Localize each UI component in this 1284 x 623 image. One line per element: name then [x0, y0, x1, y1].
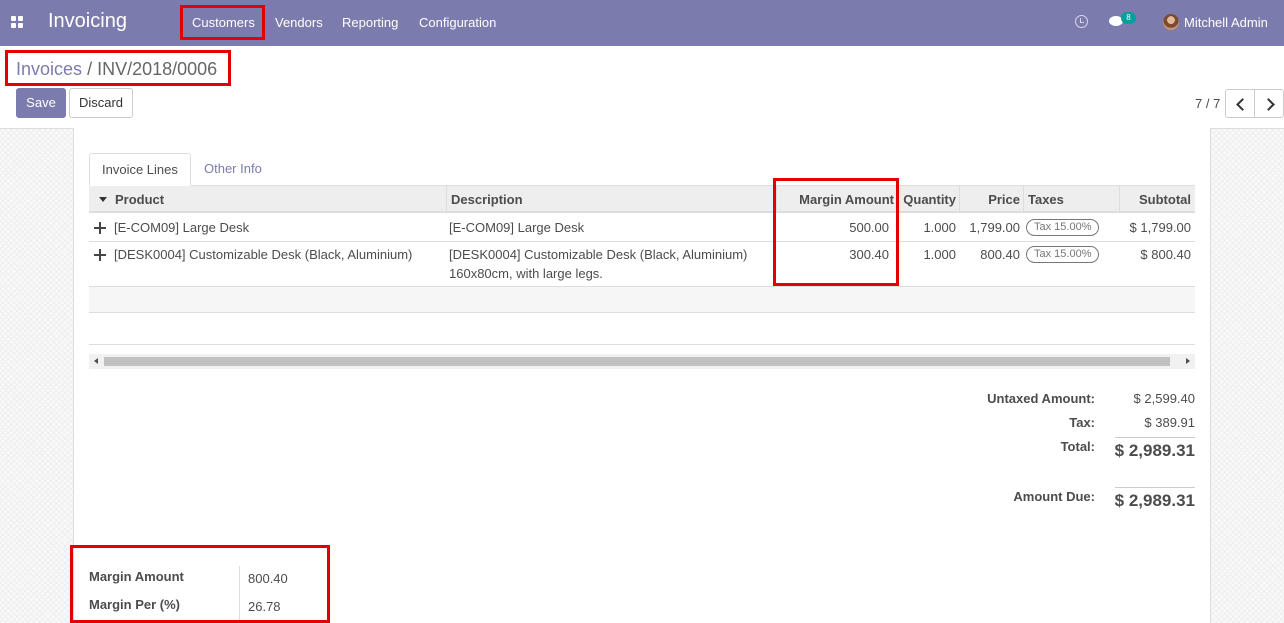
table-row[interactable]: [DESK0004] Customizable Desk (Black, Alu… — [89, 242, 1195, 287]
col-taxes[interactable]: Taxes — [1023, 186, 1119, 213]
col-product[interactable]: Product — [111, 186, 446, 213]
col-subtotal[interactable]: Subtotal — [1119, 186, 1195, 213]
drag-handle-icon[interactable] — [94, 249, 106, 261]
menu-vendors[interactable]: Vendors — [275, 15, 323, 30]
menu-configuration[interactable]: Configuration — [419, 15, 496, 30]
tax-badge[interactable]: Tax 15.00% — [1026, 246, 1100, 263]
col-quantity[interactable]: Quantity — [898, 186, 959, 213]
apps-menu-icon[interactable] — [11, 16, 23, 28]
untaxed-amount-label: Untaxed Amount: — [987, 391, 1095, 406]
tab-other-info[interactable]: Other Info — [192, 153, 274, 186]
amount-due-label: Amount Due: — [1013, 489, 1095, 504]
discard-button[interactable]: Discard — [69, 88, 133, 118]
row-price[interactable]: 1,799.00 — [959, 220, 1020, 235]
save-button[interactable]: Save — [16, 88, 66, 118]
row-price[interactable]: 800.40 — [959, 247, 1020, 262]
pager-next-button[interactable] — [1254, 89, 1284, 118]
total-divider — [1115, 437, 1195, 438]
user-avatar[interactable] — [1163, 14, 1179, 30]
scrollbar-thumb[interactable] — [104, 357, 1170, 366]
chat-count-badge: 8 — [1121, 12, 1136, 24]
amount-due-divider — [1115, 487, 1195, 488]
breadcrumb-separator: / — [87, 59, 93, 79]
row-quantity[interactable]: 1.000 — [898, 220, 956, 235]
col-price[interactable]: Price — [959, 186, 1023, 213]
breadcrumb: Invoices / INV/2018/0006 — [16, 59, 217, 80]
horizontal-scrollbar[interactable] — [89, 354, 1195, 369]
breadcrumb-current: INV/2018/0006 — [97, 59, 218, 79]
row-description[interactable]: [DESK0004] Customizable Desk (Black, Alu… — [449, 247, 747, 262]
total-label: Total: — [1060, 439, 1095, 454]
col-description[interactable]: Description — [446, 186, 776, 213]
margin-amount-label: Margin Amount — [89, 569, 184, 584]
pager-value[interactable]: 7 / 7 — [1195, 96, 1220, 111]
activity-clock-icon[interactable] — [1075, 15, 1088, 28]
drag-handle-icon[interactable] — [94, 222, 106, 234]
app-title: Invoicing — [48, 10, 127, 32]
row-product[interactable]: [DESK0004] Customizable Desk (Black, Alu… — [114, 247, 412, 262]
empty-row — [89, 287, 1195, 313]
menu-reporting[interactable]: Reporting — [342, 15, 398, 30]
margin-amount-value: 800.40 — [248, 571, 288, 586]
row-quantity[interactable]: 1.000 — [898, 247, 956, 262]
row-subtotal: $ 800.40 — [1140, 247, 1191, 262]
scroll-right-icon[interactable] — [1186, 358, 1190, 364]
tax-badge[interactable]: Tax 15.00% — [1026, 219, 1100, 236]
margin-percent-label: Margin Per (%) — [89, 597, 181, 612]
tax-value: $ 389.91 — [1144, 415, 1195, 430]
top-navbar: Invoicing Customers Vendors Reporting Co… — [0, 0, 1284, 46]
pager-previous-button[interactable] — [1225, 89, 1255, 118]
amount-due-value: $ 2,989.31 — [1114, 491, 1195, 510]
margin-group-separator — [239, 566, 240, 623]
row-subtotal: $ 1,799.00 — [1129, 220, 1191, 235]
table-row[interactable]: [E-COM09] Large Desk [E-COM09] Large Des… — [89, 214, 1195, 242]
row-product[interactable]: [E-COM09] Large Desk — [114, 220, 249, 235]
menu-customers[interactable]: Customers — [192, 15, 255, 30]
row-margin-amount[interactable]: 500.00 — [776, 220, 889, 235]
tax-label: Tax: — [1069, 415, 1095, 430]
breadcrumb-invoices-link[interactable]: Invoices — [16, 59, 82, 79]
empty-row — [89, 313, 1195, 345]
row-description[interactable]: [E-COM09] Large Desk — [449, 220, 584, 235]
col-margin-amount[interactable]: Margin Amount — [776, 186, 898, 213]
row-margin-amount[interactable]: 300.40 — [776, 247, 889, 262]
tab-invoice-lines[interactable]: Invoice Lines — [89, 153, 191, 186]
margin-percent-value: 26.78 — [248, 599, 281, 614]
scroll-left-icon[interactable] — [94, 358, 98, 364]
user-menu[interactable]: Mitchell Admin — [1184, 15, 1268, 30]
invoice-lines-header: Product Description Margin Amount Quanti… — [89, 186, 1195, 213]
total-value: $ 2,989.31 — [1114, 441, 1195, 460]
caret-down-icon — [99, 197, 107, 202]
untaxed-amount-value: $ 2,599.40 — [1133, 391, 1195, 406]
row-description-line2[interactable]: 160x80cm, with large legs. — [449, 266, 603, 281]
